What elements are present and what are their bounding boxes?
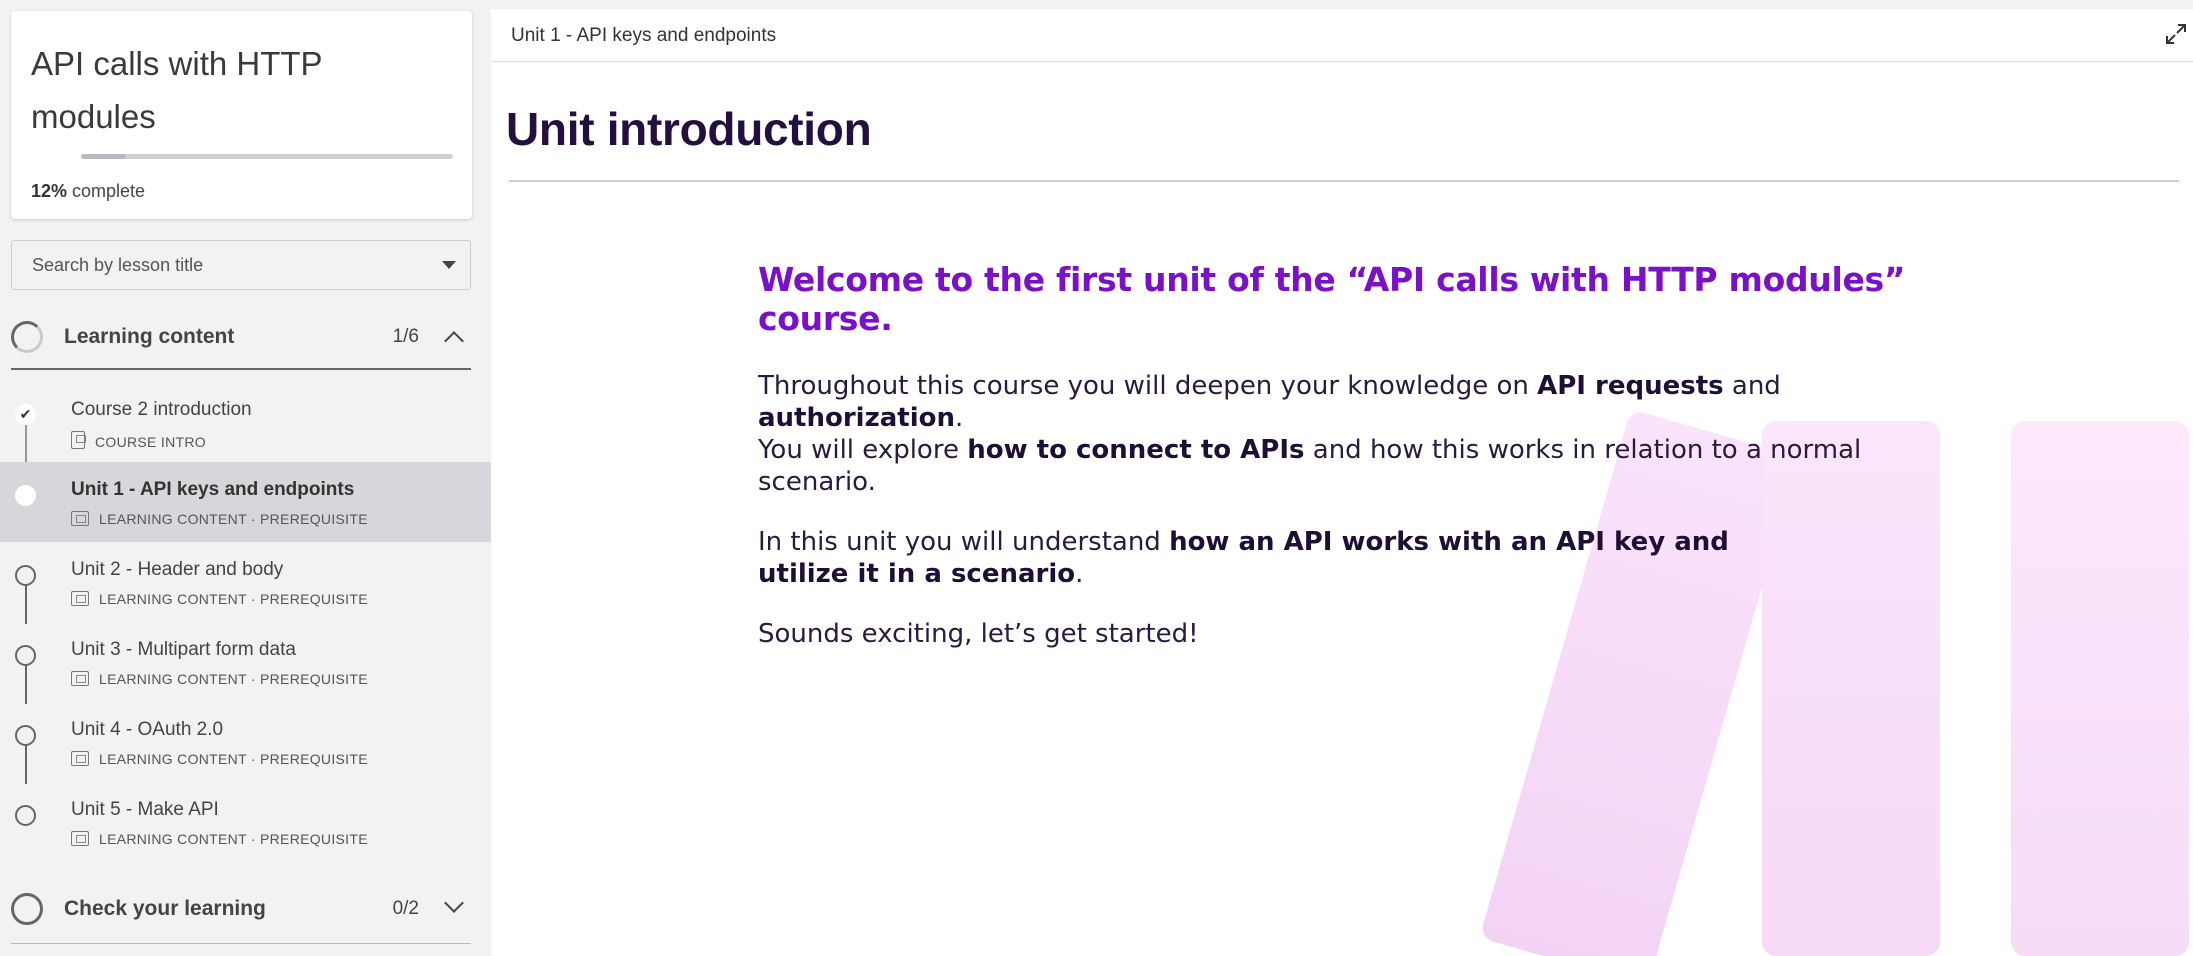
lesson-search-select[interactable]: Search by lesson title (11, 240, 471, 290)
course-card: API calls with HTTP modules 12% complete (11, 11, 472, 219)
progress-bar (81, 154, 453, 159)
progress-ring-icon (11, 321, 43, 353)
lesson-meta-text: LEARNING CONTENT · PREREQUISITE (99, 591, 368, 607)
heading-divider (509, 180, 2179, 182)
section-title: Check your learning (64, 897, 266, 920)
expand-icon[interactable] (2165, 23, 2187, 45)
lesson-meta: LEARNING CONTENT · PREREQUISITE (71, 671, 368, 687)
decorative-shape (2011, 421, 2189, 956)
page-title: Unit introduction (506, 103, 872, 155)
progress-suffix: complete (67, 181, 146, 201)
lesson-meta: LEARNING CONTENT · PREREQUISITE (71, 751, 368, 767)
text-span: Throughout this course you will deepen y… (758, 371, 1538, 401)
lesson-item[interactable]: Unit 5 - Make API LEARNING CONTENT · PRE… (0, 782, 491, 862)
section-count: 1/6 (392, 326, 419, 347)
bold-text: authorization (758, 403, 955, 433)
presentation-icon (71, 831, 89, 846)
course-sidebar: API calls with HTTP modules 12% complete… (0, 0, 491, 956)
lesson-meta: LEARNING CONTENT · PREREQUISITE (71, 511, 368, 527)
lesson-item[interactable]: Unit 4 - OAuth 2.0 LEARNING CONTENT · PR… (0, 702, 491, 782)
text-span: You will explore (758, 435, 968, 465)
bold-text: API requests (1537, 371, 1724, 401)
presentation-icon (71, 751, 89, 766)
lesson-search-placeholder: Search by lesson title (32, 255, 204, 275)
lesson-title: Course 2 introduction (71, 399, 252, 420)
lesson-status-dot (15, 485, 36, 506)
document-icon (71, 431, 86, 449)
check-icon: ✔ (15, 404, 36, 425)
lesson-title: Unit 5 - Make API (71, 799, 219, 820)
text-span: and (1723, 371, 1781, 401)
chevron-down-icon[interactable] (444, 893, 464, 913)
bold-text: how to connect to APIs (967, 435, 1305, 465)
lesson-meta: COURSE INTRO (71, 431, 206, 450)
closing-paragraph: Sounds exciting, let’s get started! (758, 619, 1199, 649)
lesson-title: Unit 2 - Header and body (71, 559, 284, 580)
welcome-heading: Welcome to the first unit of the “API ca… (758, 260, 1906, 338)
lesson-meta-text: LEARNING CONTENT · PREREQUISITE (99, 511, 368, 527)
lesson-item[interactable]: Unit 2 - Header and body LEARNING CONTEN… (0, 542, 491, 622)
lesson-title: Unit 3 - Multipart form data (71, 639, 296, 660)
progress-percent: 12% (31, 181, 68, 201)
lesson-meta: LEARNING CONTENT · PREREQUISITE (71, 591, 368, 607)
lesson-meta-text: COURSE INTRO (95, 434, 206, 450)
section-learning-content[interactable]: Learning content 1/6 (11, 306, 471, 370)
unit-goal-paragraph: In this unit you will understand how an … (758, 526, 1778, 590)
lesson-status-dot (15, 565, 36, 586)
lesson-topbar: Unit 1 - API keys and endpoints (491, 9, 2193, 62)
lesson-status-dot (15, 725, 36, 746)
lesson-title: Unit 4 - OAuth 2.0 (71, 719, 224, 740)
text-span: . (954, 403, 964, 433)
lesson-meta-text: LEARNING CONTENT · PREREQUISITE (99, 751, 368, 767)
lesson-meta-text: LEARNING CONTENT · PREREQUISITE (99, 831, 368, 847)
text-span: . (1075, 559, 1084, 589)
section-title: Learning content (64, 325, 235, 348)
lesson-item[interactable]: Unit 3 - Multipart form data LEARNING CO… (0, 622, 491, 702)
section-check-your-learning[interactable]: Check your learning 0/2 (11, 878, 471, 944)
lesson-content-panel: Unit 1 - API keys and endpoints Unit int… (491, 9, 2193, 956)
lesson-body: Welcome to the first unit of the “API ca… (758, 260, 1918, 650)
lesson-meta-text: LEARNING CONTENT · PREREQUISITE (99, 671, 368, 687)
section-count: 0/2 (392, 898, 419, 919)
text-span: In this unit you will understand (758, 527, 1170, 557)
lesson-meta: LEARNING CONTENT · PREREQUISITE (71, 831, 368, 847)
presentation-icon (71, 511, 89, 526)
lesson-title: Unit 1 - API keys and endpoints (71, 479, 355, 500)
lesson-item-active[interactable]: Unit 1 - API keys and endpoints LEARNING… (0, 462, 491, 542)
presentation-icon (71, 591, 89, 606)
progress-text: 12% complete (31, 181, 145, 202)
breadcrumb: Unit 1 - API keys and endpoints (511, 25, 777, 46)
caret-down-icon (442, 261, 456, 269)
lesson-status-dot (15, 645, 36, 666)
lesson-item[interactable]: ✔ Course 2 introduction COURSE INTRO (0, 382, 491, 462)
course-title: API calls with HTTP modules (31, 45, 322, 135)
progress-bar-fill (81, 154, 126, 159)
intro-paragraph: Throughout this course you will deepen y… (758, 370, 1918, 498)
chevron-up-icon[interactable] (444, 331, 464, 351)
progress-ring-icon (11, 893, 43, 925)
lesson-status-dot (15, 805, 36, 826)
presentation-icon (71, 671, 89, 686)
